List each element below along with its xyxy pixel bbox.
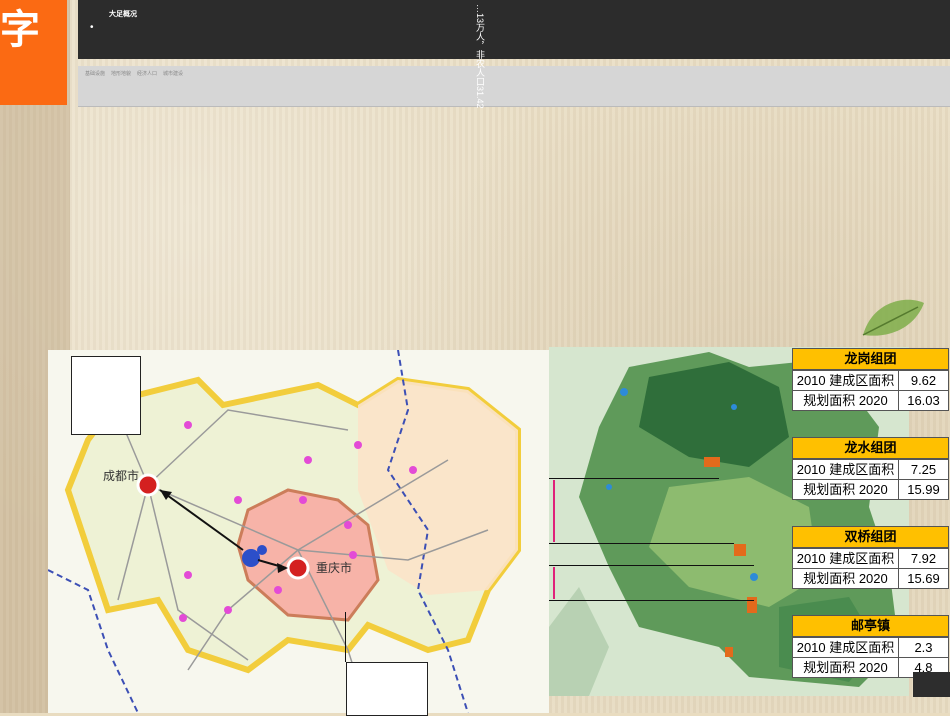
sub-navigation-bar: 基础设施 地形地貌 经济人口 城市建设 <box>78 66 950 107</box>
pointer-line-3 <box>549 565 754 566</box>
logo-char: 字 <box>0 7 40 53</box>
table-row: 2010 建成区面积 7.92 <box>793 548 948 568</box>
table-row: 规划面积 2020 16.03 <box>793 390 948 410</box>
table-row: 规划面积 2020 15.69 <box>793 568 948 588</box>
bullet-point: • <box>90 22 94 33</box>
table-title: 龙岗组团 <box>793 349 948 370</box>
distance-marker-2 <box>553 567 555 599</box>
label-chengdu: 成都市 <box>103 468 139 483</box>
table-youting: 邮亭镇 2010 建成区面积 2.3 规划面积 2020 4.8 <box>792 615 949 678</box>
label-chongqing: 重庆市 <box>316 560 352 575</box>
corner-block <box>913 672 950 697</box>
leaf-decoration <box>862 299 924 336</box>
table-row: 规划面积 2020 15.99 <box>793 479 948 499</box>
pointer-line-2 <box>549 543 734 544</box>
subnav-item[interactable]: 基础设施 <box>85 70 105 77</box>
page-title: 大足概况 <box>109 11 137 18</box>
pointer-line-4 <box>549 600 754 601</box>
title-bar: 大足概况 • <box>78 0 950 59</box>
table-row: 2010 建成区面积 7.25 <box>793 459 948 479</box>
callout-box-top <box>71 356 141 435</box>
subnav-item[interactable]: 城市建设 <box>163 70 183 77</box>
connector-line-vertical <box>345 612 346 662</box>
table-title: 双桥组团 <box>793 527 948 548</box>
table-title: 邮亭镇 <box>793 616 948 637</box>
table-longgang: 龙岗组团 2010 建成区面积 9.62 规划面积 2020 16.03 <box>792 348 949 411</box>
callout-box-bottom <box>346 662 428 716</box>
pointer-line-1 <box>549 478 719 479</box>
distance-marker-1 <box>553 480 555 542</box>
subnav-item[interactable]: 经济人口 <box>137 70 157 77</box>
table-shuangqiao: 双桥组团 2010 建成区面积 7.92 规划面积 2020 15.69 <box>792 526 949 589</box>
table-row: 2010 建成区面积 2.3 <box>793 637 948 657</box>
subnav-list: 基础设施 地形地貌 经济人口 城市建设 <box>85 70 183 77</box>
table-longshui: 龙水组团 2010 建成区面积 7.25 规划面积 2020 15.99 <box>792 437 949 500</box>
table-row: 2010 建成区面积 9.62 <box>793 370 948 390</box>
section-logo: 字 <box>0 0 67 105</box>
vertical-population-text: …13万人，非农人口31.42 <box>475 4 485 109</box>
table-title: 龙水组团 <box>793 438 948 459</box>
subnav-item[interactable]: 地形地貌 <box>111 70 131 77</box>
